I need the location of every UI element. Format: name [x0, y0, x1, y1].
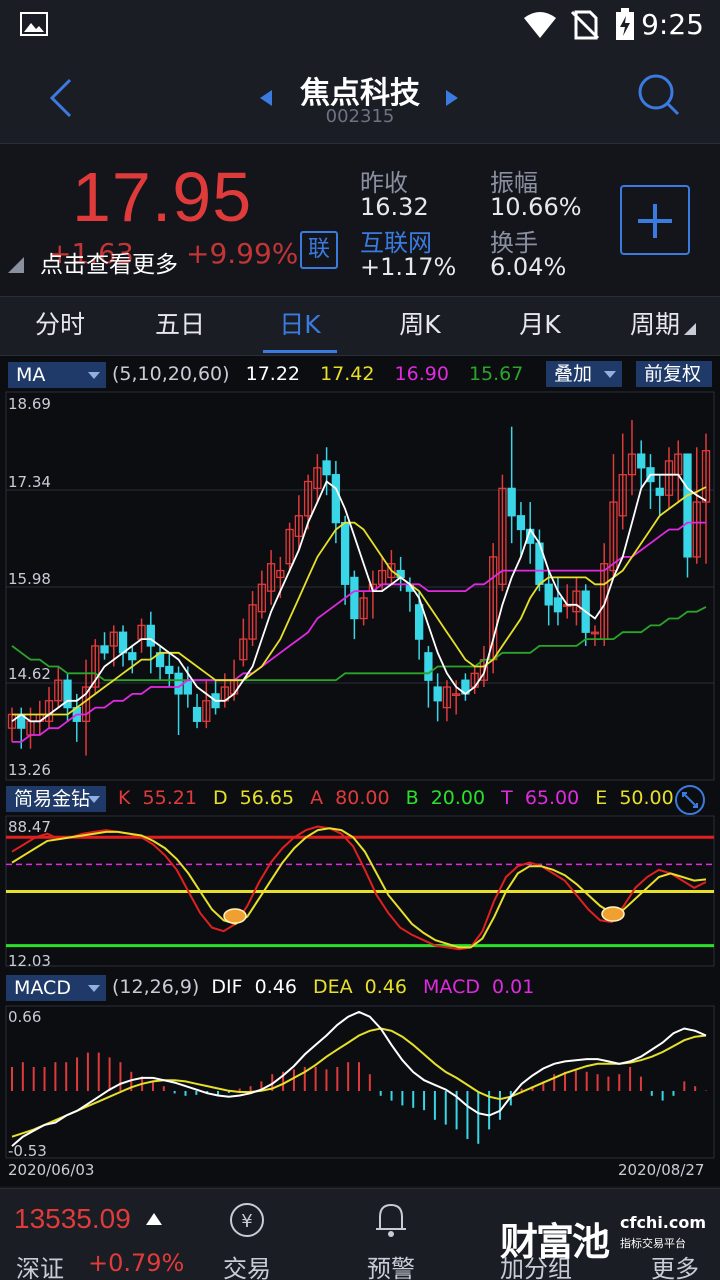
no-sim-icon	[570, 10, 600, 40]
tab-intraday[interactable]: 分时	[5, 297, 115, 355]
candle-body	[322, 460, 331, 476]
kdj-y-bottom: 12.03	[8, 952, 51, 970]
ma-y-label-3: 15.98	[8, 570, 51, 588]
candle-body	[165, 665, 174, 674]
candle-body	[544, 583, 553, 606]
wifi-icon	[524, 12, 556, 38]
bottom-bar: 13535.09 深证 +0.79% ¥ 交易 预警 加分组 更多 财富池 cf…	[0, 1188, 720, 1280]
svg-text:¥: ¥	[241, 1211, 252, 1232]
amplitude-value: 10.66%	[490, 193, 582, 221]
next-stock-icon[interactable]	[444, 88, 460, 108]
ma-y-label-5: 13.26	[8, 761, 51, 779]
candle-body	[433, 686, 442, 702]
period-tabs: 分时 五日 日K 周K 月K 周期	[0, 296, 720, 356]
trade-icon[interactable]: ¥	[228, 1201, 266, 1239]
candle-body	[683, 453, 692, 558]
period-dropdown-icon	[684, 323, 696, 335]
candle-body	[637, 453, 646, 469]
stock-header: 焦点科技 002315	[0, 52, 720, 144]
candle-body	[128, 652, 137, 661]
tap-more-link[interactable]: 点击查看更多	[40, 245, 178, 279]
nav-alert[interactable]: 预警	[341, 1249, 441, 1280]
brand-sub: 指标交易平台	[620, 1237, 686, 1250]
candle-body	[118, 631, 128, 654]
quote-panel: 17.95 +1.63 +9.99% 点击查看更多 联 昨收 16.32 互联网…	[0, 145, 720, 295]
bell-icon[interactable]	[372, 1199, 410, 1239]
tab-weekly-k[interactable]: 周K	[365, 297, 475, 355]
candle-body	[350, 576, 359, 620]
candle-body	[414, 604, 424, 640]
clock: 9:25	[641, 8, 704, 41]
candle-body	[553, 597, 563, 613]
macd-y-bottom: -0.53	[8, 1142, 47, 1160]
search-icon[interactable]	[636, 72, 682, 118]
prev-close-value: 16.32	[360, 193, 429, 221]
date-end: 2020/08/27	[618, 1161, 705, 1179]
index-pct: +0.79%	[88, 1249, 185, 1277]
candle-body	[192, 706, 202, 722]
candle-body	[174, 672, 183, 695]
candle-body	[340, 521, 350, 585]
kdj-d-line	[11, 827, 707, 949]
chart-area: MA (5,10,20,60) 17.22 17.42 16.90 15.67 …	[0, 356, 720, 1186]
ma60-line	[11, 606, 707, 682]
ma-y-label-4: 14.62	[8, 665, 51, 683]
tab-monthly-k[interactable]: 月K	[485, 297, 595, 355]
nav-more[interactable]: 更多	[630, 1249, 720, 1280]
brand-logo: 财富池	[500, 1220, 610, 1264]
stock-charts[interactable]	[0, 356, 720, 1186]
ma-y-label-1: 18.69	[8, 395, 51, 413]
add-watchlist-button[interactable]	[620, 185, 690, 255]
date-start: 2020/06/03	[8, 1161, 95, 1179]
candle-body	[507, 487, 516, 517]
candle-body	[331, 474, 341, 524]
candle-body	[516, 515, 526, 531]
stock-code: 002315	[325, 106, 395, 127]
expand-corner-icon	[8, 257, 24, 273]
price-change-pct: +9.99%	[186, 237, 299, 270]
tab-daily-k[interactable]: 日K	[245, 297, 355, 355]
kdj-y-top: 88.47	[8, 818, 51, 836]
index-name: 深证	[16, 1255, 64, 1280]
nav-trade[interactable]: 交易	[197, 1249, 297, 1280]
candle-body	[100, 645, 109, 654]
battery-charging-icon	[616, 8, 634, 40]
current-price: 17.95	[72, 158, 253, 236]
candle-body	[655, 487, 664, 496]
turnover-value: 6.04%	[490, 253, 567, 281]
tab-five-day[interactable]: 五日	[125, 297, 235, 355]
candle-body	[424, 652, 433, 681]
index-value[interactable]: 13535.09	[14, 1203, 131, 1235]
ma-y-label-2: 17.34	[8, 473, 51, 491]
gold-diamond-icon	[223, 908, 247, 924]
candle-body	[146, 624, 155, 647]
macd-y-top: 0.66	[8, 1008, 42, 1026]
up-arrow-icon	[146, 1213, 162, 1225]
status-bar: 9:25	[0, 0, 720, 52]
related-button[interactable]: 联	[300, 231, 338, 269]
brand-url: cfchi.com	[620, 1213, 707, 1232]
ma5-line	[11, 473, 707, 723]
sector-change: +1.17%	[360, 253, 457, 281]
gold-diamond-icon	[601, 906, 625, 922]
gallery-icon	[20, 12, 48, 36]
